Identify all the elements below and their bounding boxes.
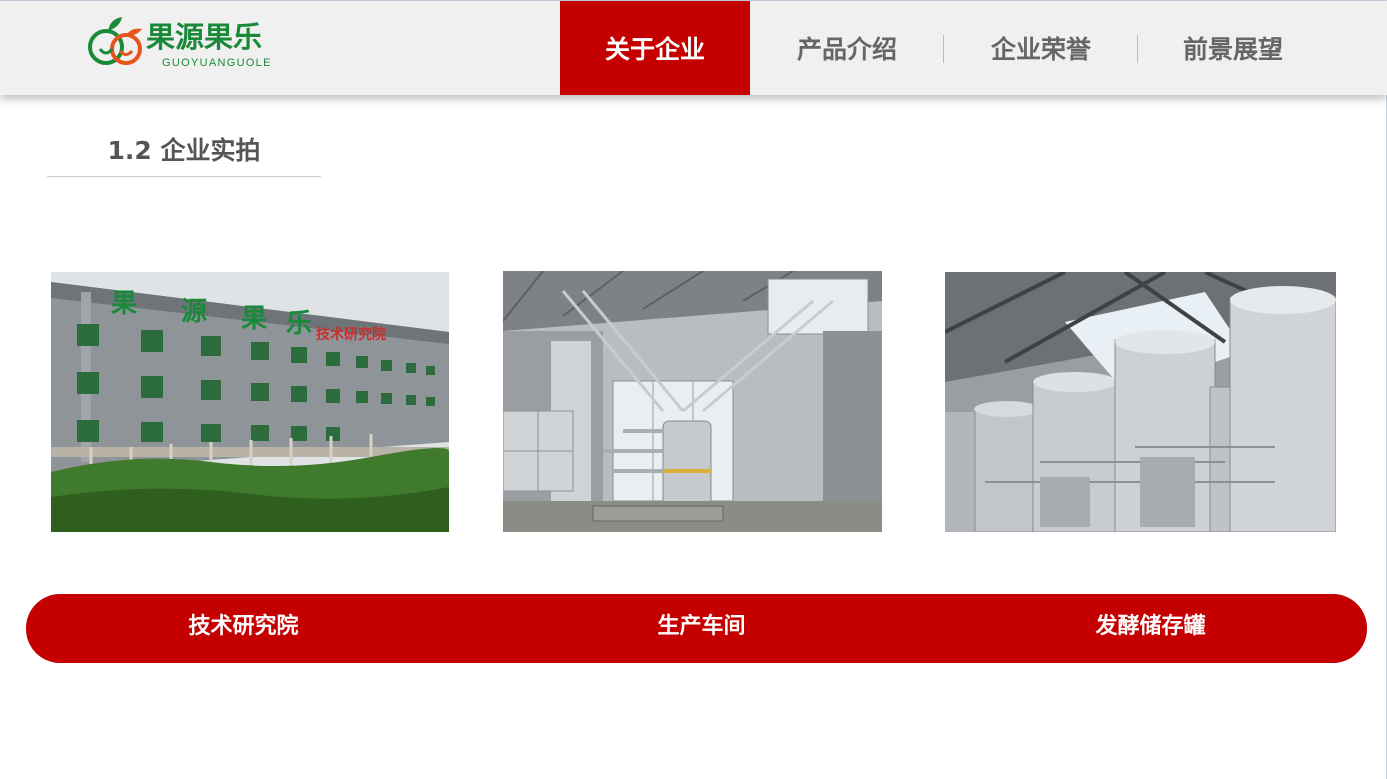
tanks-photo-image (945, 272, 1336, 532)
svg-text:技术研究院: 技术研究院 (316, 326, 386, 343)
caption-research-institute: 技术研究院 (188, 614, 299, 639)
brand-subtitle: GUOYUANGUOLE (162, 57, 272, 69)
photo-production-workshop[interactable] (503, 271, 882, 532)
nav-item-label: 关于企业 (604, 35, 705, 64)
main-nav: 关于企业 产品介绍 企业荣誉 前景展望 (560, 1, 1328, 95)
fruit-logo-icon (88, 17, 142, 65)
photo-caption-bar: 技术研究院 生产车间 发酵储存罐 (26, 594, 1367, 663)
brand-logo[interactable]: 果源果乐 GUOYUANGUOLE (86, 13, 286, 75)
svg-text:源: 源 (181, 297, 207, 327)
brand-name: 果源果乐 (146, 20, 263, 54)
nav-item-label: 产品介绍 (796, 35, 897, 64)
top-header: 果源果乐 GUOYUANGUOLE 关于企业 产品介绍 企业荣誉 前景展望 (0, 1, 1387, 95)
nav-item-outlook[interactable]: 前景展望 (1138, 1, 1328, 95)
nav-item-label: 企业荣誉 (990, 35, 1091, 64)
nav-item-honors[interactable]: 企业荣誉 (944, 1, 1138, 95)
section-title: 1.2 企业实拍 (47, 132, 321, 177)
workshop-photo-image (503, 271, 882, 532)
nav-item-label: 前景展望 (1182, 35, 1283, 64)
svg-text:乐: 乐 (286, 309, 312, 339)
photo-fermentation-tanks[interactable] (945, 272, 1336, 532)
nav-item-about[interactable]: 关于企业 (560, 1, 750, 95)
svg-text:果: 果 (241, 304, 267, 334)
caption-production-workshop: 生产车间 (657, 614, 746, 639)
photo-research-institute[interactable]: 果源 果乐 技术研究院 (51, 272, 449, 532)
building-photo-image: 果源 果乐 技术研究院 (51, 272, 449, 532)
caption-fermentation-tanks: 发酵储存罐 (1095, 614, 1206, 639)
nav-item-products[interactable]: 产品介绍 (750, 1, 944, 95)
svg-text:果: 果 (111, 289, 137, 319)
